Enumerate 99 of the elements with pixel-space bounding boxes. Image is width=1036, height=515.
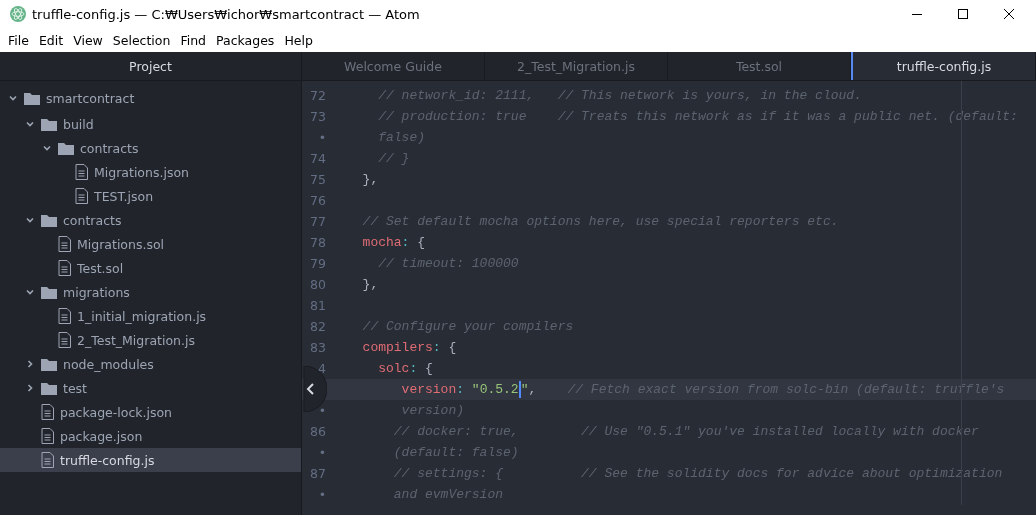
folder-icon <box>58 141 74 155</box>
code-text: // settings: { // See the solidity docs for advice about optimization <box>392 466 1003 481</box>
code-text: : <box>456 382 465 397</box>
folder-row[interactable]: node_modules <box>0 352 301 376</box>
code-text: : <box>401 235 410 250</box>
code-text: { <box>416 235 426 250</box>
line-number: 75 <box>310 172 326 187</box>
code-text: and evmVersion <box>392 487 504 502</box>
code-text: mocha <box>361 235 402 250</box>
document-row[interactable]: package.json <box>0 424 301 448</box>
folder-icon <box>41 357 57 371</box>
folder-row[interactable]: build <box>0 112 301 136</box>
file-icon <box>58 260 71 276</box>
menu-item[interactable]: Packages <box>211 32 280 48</box>
document-row[interactable]: Migrations.json <box>0 160 301 184</box>
chevron-icon[interactable] <box>25 215 35 225</box>
code-text: // timeout: 100000 <box>377 256 519 271</box>
file-icon <box>58 236 71 252</box>
line-number: 82 <box>310 319 326 334</box>
code-text: // network_id: 2111, // This network is yours, in the cloud. <box>377 88 862 103</box>
code-text: , <box>528 382 537 397</box>
folder-row[interactable]: smartcontract <box>0 84 301 112</box>
document-row[interactable]: package-lock.json <box>0 400 301 424</box>
line-number: • <box>318 130 326 145</box>
line-number: 87 <box>310 466 326 481</box>
line-number: 78 <box>310 235 326 250</box>
code-text: // Set default mocha options here, use special reporters etc. <box>361 214 839 229</box>
file-icon <box>58 332 71 348</box>
document-row[interactable]: truffle-config.js <box>0 448 301 472</box>
close-icon[interactable] <box>1003 8 1015 20</box>
menu-item[interactable]: Find <box>175 32 212 48</box>
file-icon <box>41 452 54 468</box>
window-title: truffle-config.js — C:₩Users₩ichor₩smartcontract — Atom <box>32 6 421 22</box>
document-row[interactable]: 2_Test_Migration.js <box>0 328 301 352</box>
line-number: 80 <box>310 277 326 292</box>
file-icon <box>75 164 88 180</box>
menu-item[interactable]: Selection <box>107 32 176 48</box>
chevron-icon[interactable] <box>8 93 18 103</box>
panel-title: Project <box>129 58 172 74</box>
chevron-icon[interactable] <box>25 359 35 369</box>
code-text: version <box>400 382 457 397</box>
code-text: { <box>424 361 433 376</box>
code-text: // docker: true, // Use "0.5.1" you've installed locally with docker <box>392 424 979 439</box>
line-number: 76 <box>310 193 326 208</box>
chevron-icon[interactable] <box>25 383 35 393</box>
file-icon <box>41 404 54 420</box>
line-number: • <box>318 445 326 460</box>
code-text: : <box>432 340 441 355</box>
code-text: solc <box>377 361 410 376</box>
chevron-icon[interactable] <box>42 143 52 153</box>
line-number: 77 <box>310 214 326 229</box>
line-number: 83 <box>310 340 326 355</box>
folder-icon <box>41 381 57 395</box>
document-row[interactable]: TEST.json <box>0 184 301 208</box>
folder-icon <box>41 285 57 299</box>
atom-logo-icon <box>10 6 26 22</box>
code-text: version) <box>400 403 465 418</box>
file-icon <box>75 188 88 204</box>
code-text: "0.5.2 <box>470 382 519 397</box>
code-text: // production: true // Treats this network as if it was a public net. (default: <box>377 109 1018 124</box>
code-text: { <box>447 340 457 355</box>
code-text: " <box>520 382 529 397</box>
menu-item[interactable]: File <box>3 32 34 48</box>
document-row[interactable]: Migrations.sol <box>0 232 301 256</box>
menu-item[interactable]: Edit <box>33 32 69 48</box>
folder-row[interactable]: contracts <box>0 208 301 232</box>
code-text: compilers <box>361 340 433 355</box>
file-icon <box>41 428 54 444</box>
line-number: 74 <box>310 151 326 166</box>
folder-icon <box>41 117 57 131</box>
menu-item[interactable]: Help <box>279 32 318 48</box>
menu-item[interactable]: View <box>68 32 108 48</box>
chevron-icon[interactable] <box>25 119 35 129</box>
code-text: : <box>409 361 418 376</box>
maximize-icon[interactable] <box>957 8 969 20</box>
editor-tab[interactable]: truffle-config.js <box>851 52 1036 80</box>
folder-icon <box>24 91 40 105</box>
code-text: // Configure your compilers <box>361 319 574 334</box>
code-text: }, <box>361 172 379 187</box>
folder-row[interactable]: test <box>0 376 301 400</box>
line-number: 72 <box>310 88 326 103</box>
folder-icon <box>41 213 57 227</box>
document-row[interactable]: Test.sol <box>0 256 301 280</box>
folder-row[interactable]: contracts <box>0 136 301 160</box>
file-icon <box>58 308 71 324</box>
code-text: (default: false) <box>392 445 519 460</box>
line-number: 81 <box>310 298 326 313</box>
line-number: 4 <box>318 361 326 376</box>
line-number: 79 <box>310 256 326 271</box>
folder-row[interactable]: migrations <box>0 280 301 304</box>
code-text: false) <box>377 130 425 145</box>
line-number: • <box>318 487 326 502</box>
chevron-icon[interactable] <box>25 287 35 297</box>
code-text: // } <box>377 151 410 166</box>
line-number: 86 <box>310 424 326 439</box>
line-number: 73 <box>310 109 326 124</box>
document-row[interactable]: 1_initial_migration.js <box>0 304 301 328</box>
code-text: }, <box>361 277 379 292</box>
line-number: • <box>318 403 326 418</box>
